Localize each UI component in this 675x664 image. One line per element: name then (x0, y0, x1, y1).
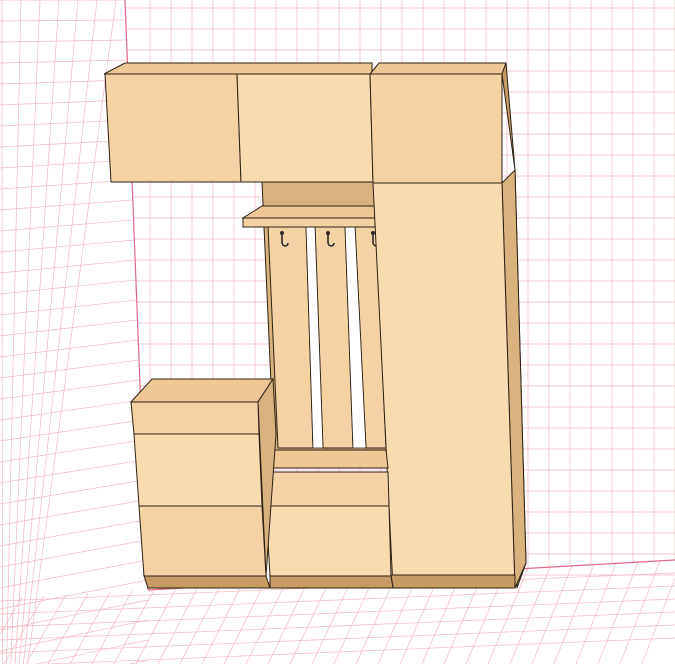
left-wall-gridline (0, 299, 137, 316)
left-wall-gridline (0, 39, 127, 43)
chest-drawer-2[interactable] (133, 433, 263, 507)
bench-drawer-top[interactable] (261, 471, 390, 507)
upper-cabinet-door-right[interactable] (236, 73, 374, 183)
floor-gridline (597, 561, 639, 664)
upper-cabinet-door-left[interactable] (104, 73, 242, 183)
floor-gridline (531, 565, 573, 664)
left-wall-gridline (0, 379, 140, 400)
chest-plinth (143, 575, 271, 589)
left-wall-gridline (0, 459, 143, 484)
wardrobe-door-upper[interactable] (369, 73, 503, 184)
bench-drawer-bottom[interactable] (265, 505, 392, 577)
floor-gridline (39, 637, 675, 664)
floor-gridline (289, 579, 331, 664)
left-wall-gridline (0, 619, 149, 652)
wardrobe-top (368, 62, 507, 75)
floor-gridline (575, 563, 617, 664)
tall-wardrobe[interactable] (368, 62, 527, 589)
left-wall-gridline (0, 399, 141, 421)
floor-gridline (0, 624, 675, 654)
left-wall-gridline (0, 219, 134, 232)
left-wall-gridline (0, 259, 136, 274)
chest-drawer-1[interactable] (130, 401, 260, 435)
bench-plinth (269, 575, 394, 589)
chest-of-drawers[interactable] (129, 377, 277, 589)
floor-gridline (553, 564, 595, 664)
wardrobe-door-lower[interactable] (372, 182, 516, 589)
hat-shelf-front (242, 217, 376, 228)
left-wall-gridline (27, 0, 117, 664)
upper-cabinet-top (103, 62, 373, 75)
left-wall-gridline (0, 539, 147, 568)
left-wall-gridline (0, 199, 133, 211)
left-wall-gridline (18, 0, 79, 664)
left-wall-gridline (0, 59, 128, 64)
left-wall-gridline (0, 319, 138, 337)
left-wall-gridline (0, 479, 144, 505)
floor-gridline (311, 578, 353, 664)
floor-gridline (47, 593, 89, 664)
floor-gridline (91, 590, 133, 664)
bench[interactable] (261, 449, 394, 589)
viewport-canvas[interactable] (0, 0, 675, 664)
bench-seat-top[interactable] (261, 449, 389, 469)
left-wall-gridline (0, 519, 146, 547)
hat-shelf-top[interactable] (241, 205, 376, 219)
floor-gridline (619, 560, 661, 664)
floor-gridline (0, 598, 675, 628)
left-wall-gridline (0, 279, 136, 295)
floor-gridline (157, 586, 199, 664)
upper-cabinet[interactable] (103, 62, 374, 183)
floor-gridline (179, 585, 221, 664)
floor-gridline (201, 584, 243, 664)
hallway-furniture-set[interactable] (103, 62, 527, 589)
floor-gridline (135, 588, 177, 664)
floor-gridline (113, 589, 155, 664)
left-wall-gridline (0, 359, 140, 379)
floor-gridline (267, 580, 309, 664)
floor-gridline (0, 611, 675, 641)
chest-top (129, 378, 274, 403)
left-wall-gridline (0, 439, 143, 463)
floor-gridline (223, 583, 265, 664)
floor-gridline (245, 581, 287, 664)
left-wall-gridline (0, 239, 135, 253)
left-wall-gridline (0, 19, 126, 22)
furniture-3d-view (0, 0, 675, 664)
wardrobe-plinth (390, 574, 516, 589)
left-wall-gridline (0, 559, 147, 589)
chest-drawer-3[interactable] (138, 505, 267, 577)
left-wall-gridline (0, 499, 145, 526)
floor-gridline (69, 591, 111, 664)
